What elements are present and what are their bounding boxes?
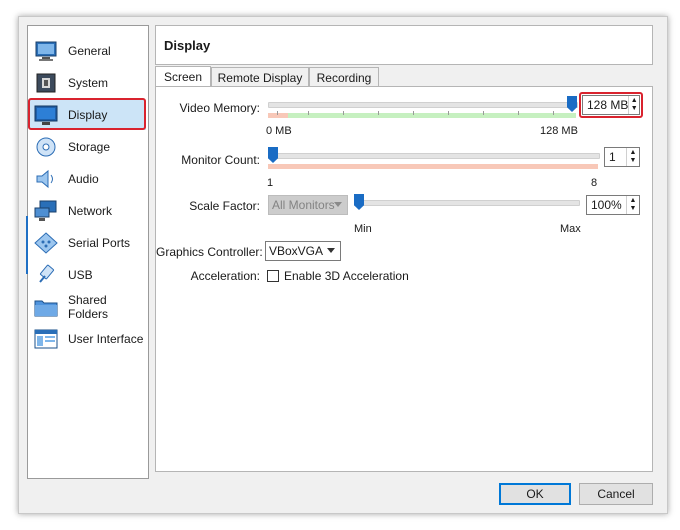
- enable-3d-acceleration-checkbox[interactable]: [267, 270, 279, 282]
- tick: [378, 111, 379, 115]
- video-memory-value: 128 MB: [587, 98, 629, 112]
- video-memory-track: [268, 102, 578, 108]
- ui-icon: [34, 328, 58, 350]
- video-memory-label: Video Memory:: [179, 101, 260, 115]
- sidebar-item-network[interactable]: Network: [30, 196, 146, 226]
- sidebar-item-label: System: [68, 76, 109, 90]
- sidebar-item-shared-folders[interactable]: Shared Folders: [30, 292, 146, 322]
- settings-window: General System Display Storage Audio Net…: [18, 16, 668, 514]
- scale-factor-spinbox[interactable]: 100% ▲ ▼: [586, 195, 640, 215]
- sidebar-item-user-interface[interactable]: User Interface: [30, 324, 146, 354]
- tick: [413, 111, 414, 115]
- scale-factor-value: 100%: [591, 198, 622, 212]
- graphics-controller-value: VBoxVGA: [269, 244, 324, 258]
- tick: [343, 111, 344, 115]
- sidebar-item-label: Display: [68, 108, 108, 122]
- page-title: Display: [155, 25, 653, 65]
- acceleration-label: Acceleration:: [190, 269, 260, 283]
- tick: [483, 111, 484, 115]
- serial-icon: [34, 232, 58, 254]
- chevron-down-icon: [334, 202, 342, 207]
- monitor-icon: [34, 40, 58, 62]
- monitor-count-track: [268, 153, 600, 159]
- cancel-button[interactable]: Cancel: [579, 483, 653, 505]
- video-memory-min-label: 0 MB: [266, 125, 292, 137]
- video-memory-slider[interactable]: [567, 96, 577, 112]
- graphics-controller-label: Graphics Controller:: [156, 245, 263, 259]
- monitor-count-min-label: 1: [267, 177, 274, 189]
- scale-factor-slider[interactable]: [354, 194, 364, 210]
- tick: [518, 111, 519, 115]
- monitor-count-max-label: 8: [591, 177, 598, 189]
- spinner-arrows-icon[interactable]: ▲ ▼: [628, 96, 639, 114]
- sidebar-item-serial-ports[interactable]: Serial Ports: [30, 228, 146, 258]
- spinner-arrows-icon[interactable]: ▲ ▼: [626, 148, 639, 166]
- sidebar-item-label: User Interface: [68, 332, 144, 346]
- display-icon: [34, 104, 58, 126]
- sidebar-item-label: Network: [68, 204, 113, 218]
- sidebar-item-label: USB: [68, 268, 93, 282]
- monitor-count-slider[interactable]: [268, 147, 278, 163]
- tab-remote-display[interactable]: Remote Display: [211, 67, 309, 87]
- scale-factor-label: Scale Factor:: [189, 199, 260, 213]
- sidebar-item-label: Storage: [68, 140, 111, 154]
- scale-factor-max-label: Max: [560, 223, 581, 235]
- scale-monitor-value: All Monitors: [272, 198, 335, 212]
- tick: [277, 111, 278, 115]
- video-memory-max-label: 128 MB: [540, 125, 578, 137]
- sidebar-item-label: Audio: [68, 172, 99, 186]
- video-memory-zone-ok: [288, 113, 576, 118]
- scale-factor-min-label: Min: [354, 223, 372, 235]
- sidebar-item-display[interactable]: Display: [28, 98, 146, 130]
- sidebar-item-label: Shared Folders: [68, 293, 109, 321]
- network-icon: [34, 200, 58, 222]
- monitor-count-value: 1: [609, 150, 616, 164]
- monitor-count-zone: [268, 164, 598, 169]
- sidebar-item-label: General: [68, 44, 111, 58]
- tab-screen[interactable]: Screen: [155, 66, 211, 87]
- video-memory-zone-low: [268, 113, 288, 118]
- ok-button[interactable]: OK: [499, 483, 571, 505]
- enable-3d-acceleration-label[interactable]: Enable 3D Acceleration: [284, 269, 409, 283]
- sidebar-focus-accent: [26, 216, 28, 274]
- settings-sidebar: General System Display Storage Audio Net…: [26, 25, 149, 479]
- sidebar-item-usb[interactable]: USB: [30, 260, 146, 290]
- spinner-arrows-icon[interactable]: ▲ ▼: [626, 196, 639, 214]
- chevron-down-icon: [327, 248, 335, 253]
- sidebar-item-system[interactable]: System: [30, 68, 146, 98]
- monitor-count-label: Monitor Count:: [181, 153, 260, 167]
- video-memory-spinbox[interactable]: 128 MB ▲ ▼: [582, 95, 640, 115]
- speaker-icon: [34, 168, 58, 190]
- tick: [308, 111, 309, 115]
- sidebar-item-audio[interactable]: Audio: [30, 164, 146, 194]
- scale-monitor-select[interactable]: All Monitors: [268, 195, 348, 215]
- sidebar-item-general[interactable]: General: [30, 36, 146, 66]
- scale-factor-track: [354, 200, 580, 206]
- tick: [553, 111, 554, 115]
- sidebar-item-storage[interactable]: Storage: [30, 132, 146, 162]
- screen-tab-panel: Video Memory: 0 MB 128 MB 128 MB ▲ ▼ Moni…: [155, 86, 653, 472]
- disk-icon: [34, 136, 58, 158]
- graphics-controller-select[interactable]: VBoxVGA: [265, 241, 341, 261]
- tab-recording[interactable]: Recording: [309, 67, 379, 87]
- tick: [448, 111, 449, 115]
- sidebar-item-label: Serial Ports: [68, 236, 131, 250]
- chip-icon: [34, 72, 58, 94]
- usb-icon: [34, 264, 58, 286]
- monitor-count-spinbox[interactable]: 1 ▲ ▼: [604, 147, 640, 167]
- folder-icon: [34, 296, 58, 318]
